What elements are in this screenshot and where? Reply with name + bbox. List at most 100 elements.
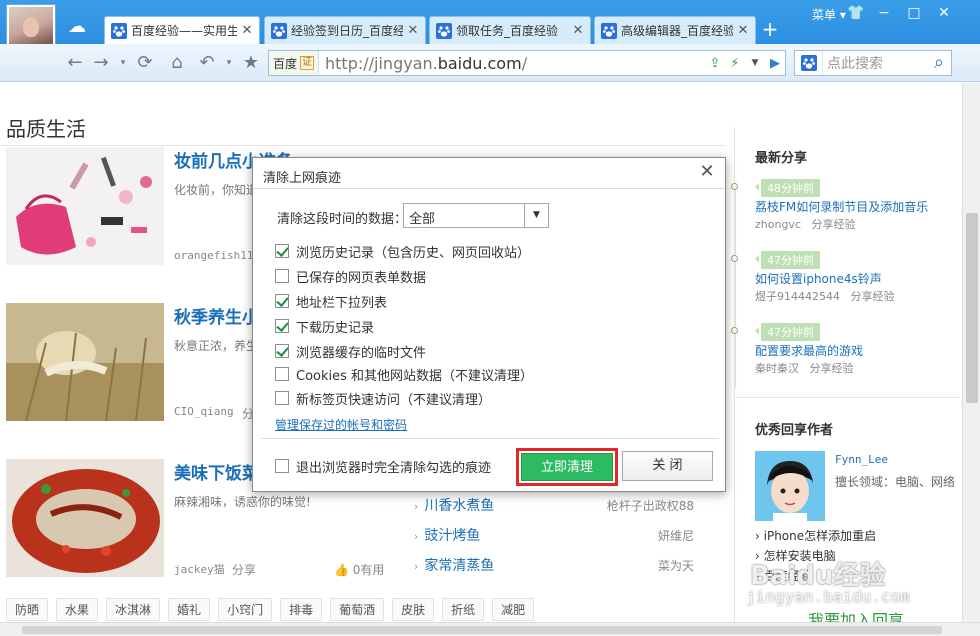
tag[interactable]: 水果	[56, 598, 99, 621]
article-image-fish[interactable]	[6, 459, 164, 577]
checkbox[interactable]	[275, 269, 289, 283]
list-item-author[interactable]: 枪杆子出政权88	[607, 497, 694, 514]
go-arrow-icon[interactable]: ▶	[765, 56, 785, 71]
author-article-title[interactable]: iPhone怎样添加重启	[764, 529, 877, 543]
article-author[interactable]: CIO_qiang	[174, 405, 234, 418]
undo-icon[interactable]: ↶	[196, 52, 218, 74]
checkbox[interactable]	[275, 344, 289, 358]
list-item[interactable]: › 家常清蒸鱼 菜为天	[414, 555, 704, 579]
feed-author[interactable]: 煜子914442544	[755, 290, 840, 303]
option-cache[interactable]: 浏览器缓存的临时文件	[275, 341, 426, 361]
window-close-icon[interactable]: ✕	[932, 4, 956, 22]
author-name[interactable]: Fynn_Lee	[835, 453, 888, 466]
article-image-makeup[interactable]	[6, 147, 164, 265]
author-article-link[interactable]: › iPhone怎样添加重启	[755, 527, 876, 544]
article-title[interactable]: 秋季养生小	[174, 303, 259, 328]
checkbox[interactable]	[275, 294, 289, 308]
back-arrow-icon[interactable]: ←	[64, 52, 86, 74]
tab-close-icon[interactable]: ✕	[407, 23, 419, 38]
list-item[interactable]: › 豉汁烤鱼 妍维尼	[414, 525, 704, 549]
feed-author[interactable]: zhongvc	[755, 218, 801, 231]
tab-tasks[interactable]: 领取任务_百度经验 ✕	[429, 16, 591, 44]
tag[interactable]: 小窍门	[218, 598, 273, 621]
checkbox[interactable]	[275, 367, 289, 381]
scrollbar-thumb[interactable]	[966, 213, 978, 403]
forward-arrow-icon[interactable]: →	[90, 52, 112, 74]
author-avatar[interactable]	[755, 451, 825, 521]
join-link[interactable]: 我要加入回享	[808, 607, 904, 622]
vertical-scrollbar[interactable]	[962, 83, 980, 622]
checkbox[interactable]	[275, 391, 289, 405]
option-download-history[interactable]: 下载历史记录	[275, 316, 374, 336]
feed-item[interactable]: 47分钟前 配置要求最高的游戏 秦时秦汉 分享经验	[731, 323, 961, 393]
tag[interactable]: 减肥	[492, 598, 535, 621]
tab-baidu-jingyan[interactable]: 百度经验——实用生 ✕	[104, 16, 260, 44]
tab-checkin-calendar[interactable]: 经验签到日历_百度经 ✕	[264, 16, 426, 44]
option-address-dropdown[interactable]: 地址栏下拉列表	[275, 291, 387, 311]
home-icon[interactable]: ⌂	[166, 52, 188, 74]
tag[interactable]: 防晒	[6, 598, 49, 621]
chevron-down-icon[interactable]: ▾	[112, 52, 134, 74]
option-auto-clear[interactable]: 退出浏览器时完全清除勾选的痕迹	[275, 456, 491, 476]
feed-author[interactable]: 秦时秦汉	[755, 362, 799, 375]
chevron-down-icon[interactable]: ▼	[524, 204, 548, 227]
site-identity[interactable]: 百度 证	[269, 51, 320, 75]
article-share[interactable]: 分享	[232, 561, 256, 578]
chevron-down-icon[interactable]: ▼	[745, 58, 765, 68]
feed-title[interactable]: 如何设置iphone4s铃声	[755, 270, 882, 287]
chevron-down-icon[interactable]: ▾	[218, 52, 240, 74]
list-item-title[interactable]: 豉汁烤鱼	[424, 528, 480, 544]
cloud-sync-icon[interactable]: ☁	[68, 18, 86, 36]
share-icon[interactable]: ⇪	[705, 56, 725, 71]
address-bar[interactable]: 百度 证 http://jingyan.baidu.com/ ⇪ ⚡ ▼ ▶	[268, 50, 786, 76]
article-title[interactable]: 美味下饭菜	[174, 459, 259, 484]
refresh-icon[interactable]: ⟳	[134, 52, 156, 74]
article-useful[interactable]: 👍 0有用	[334, 561, 384, 578]
feed-title[interactable]: 配置要求最高的游戏	[755, 342, 863, 359]
option-cookies[interactable]: Cookies 和其他网站数据（不建议清理）	[275, 364, 533, 384]
list-item-title[interactable]: 家常清蒸鱼	[424, 558, 494, 574]
feed-item[interactable]: 48分钟前 荔枝FM如何录制节目及添加音乐 zhongvc 分享经验	[731, 179, 961, 249]
list-item-author[interactable]: 妍维尼	[658, 527, 694, 544]
search-icon[interactable]: ⌕	[924, 50, 954, 76]
article-author[interactable]: orangefish11	[174, 249, 253, 262]
option-speed-dial[interactable]: 新标签页快速访问（不建议清理）	[275, 388, 491, 408]
url-text[interactable]: http://jingyan.baidu.com/	[319, 54, 705, 73]
list-item-author[interactable]: 菜为天	[658, 557, 694, 574]
new-tab-button[interactable]: +	[757, 17, 783, 43]
tag[interactable]: 皮肤	[392, 598, 435, 621]
scrollbar-thumb[interactable]	[22, 626, 942, 634]
feed-title[interactable]: 荔枝FM如何录制节目及添加音乐	[755, 198, 928, 215]
option-browsing-history[interactable]: 浏览历史记录（包含历史、网页回收站）	[275, 241, 530, 261]
lightning-icon[interactable]: ⚡	[725, 56, 745, 71]
search-input[interactable]: 点此搜索	[823, 53, 883, 73]
article-image-autumn[interactable]	[6, 303, 164, 421]
close-button[interactable]: 关 闭	[622, 451, 713, 481]
tag[interactable]: 冰淇淋	[106, 598, 161, 621]
tag[interactable]: 排毒	[280, 598, 323, 621]
time-range-select[interactable]: 全部 ▼	[403, 203, 549, 228]
tab-close-icon[interactable]: ✕	[572, 23, 584, 38]
article-author[interactable]: jackey猫	[174, 561, 225, 577]
tab-advanced-editor[interactable]: 高级编辑器_百度经验 ✕	[594, 16, 756, 44]
list-item[interactable]: › 川香水煮鱼 枪杆子出政权88	[414, 495, 704, 519]
manage-passwords-link[interactable]: 管理保存过的帐号和密码	[275, 416, 407, 433]
minimize-icon[interactable]: −	[872, 4, 896, 22]
tag[interactable]: 婚礼	[168, 598, 211, 621]
list-item-title[interactable]: 川香水煮鱼	[424, 498, 494, 514]
feed-item[interactable]: 47分钟前 如何设置iphone4s铃声 煜子914442544 分享经验	[731, 251, 961, 321]
close-icon[interactable]: ✕	[697, 162, 717, 182]
menu-button[interactable]: 菜单 ▾	[812, 6, 846, 23]
tab-close-icon[interactable]: ✕	[241, 23, 253, 38]
horizontal-scrollbar[interactable]	[0, 622, 980, 636]
clear-now-button[interactable]: 立即清理	[521, 453, 613, 481]
checkbox[interactable]	[275, 459, 289, 473]
favorite-star-icon[interactable]: ★	[240, 52, 262, 74]
tab-close-icon[interactable]: ✕	[737, 23, 749, 38]
checkbox[interactable]	[275, 319, 289, 333]
option-form-data[interactable]: 已保存的网页表单数据	[275, 266, 426, 286]
search-engine-selector[interactable]	[795, 51, 823, 75]
maximize-icon[interactable]: □	[902, 4, 926, 22]
tag[interactable]: 折纸	[442, 598, 485, 621]
skin-icon[interactable]: 👕	[844, 4, 868, 22]
